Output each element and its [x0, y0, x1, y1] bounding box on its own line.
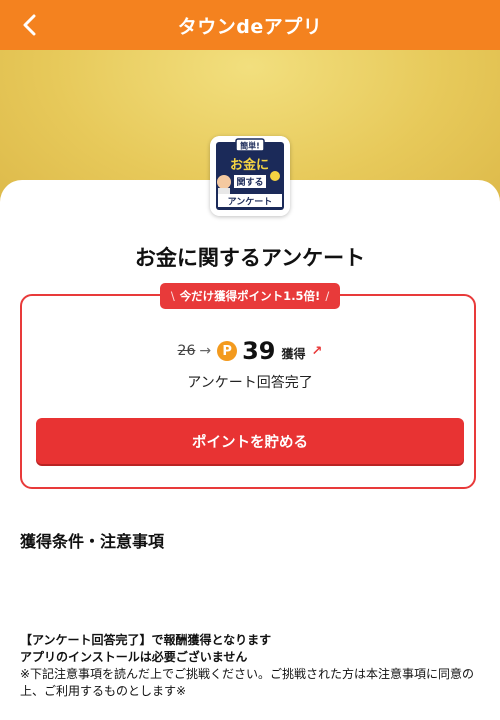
chevron-left-icon: [23, 14, 36, 36]
thumb-badge: 簡単!: [240, 141, 260, 151]
note-line: 【アンケート回答完了】で報酬獲得となります: [20, 633, 272, 647]
conditions-title: 獲得条件・注意事項: [20, 532, 165, 551]
new-points: 39: [242, 337, 276, 365]
earn-points-button[interactable]: ポイントを貯める: [36, 418, 464, 464]
thumb-line1: お金に: [230, 157, 269, 173]
survey-thumbnail: 簡単! お金に 関する アンケート: [210, 136, 290, 216]
thumb-line2: 関する: [236, 177, 263, 188]
old-points: 26: [177, 343, 196, 359]
survey-title: お金に関するアンケート: [134, 246, 366, 270]
promo-text: 今だけ獲得ポイント1.5倍!: [179, 289, 321, 303]
promo-deco-left: \: [170, 289, 175, 303]
conditions-notes: 【アンケート回答完了】で報酬獲得となります アプリのインストールは必要ございませ…: [20, 632, 485, 700]
promo-deco-right: /: [325, 289, 330, 303]
right-arrow-icon: →: [199, 343, 212, 359]
note-line: ※下記注意事項を読んだ上でご挑戦ください。ご挑戦された方は本注意事項に同意の: [20, 667, 475, 681]
point-coin-icon: P: [217, 341, 238, 361]
up-right-arrow-icon: ↗: [311, 343, 323, 359]
note-line: 上、ご利用するものとします※: [20, 684, 187, 698]
promo-badge: \ 今だけ獲得ポイント1.5倍! /: [160, 283, 340, 309]
note-line: アプリのインストールは必要ございません: [20, 650, 248, 664]
condition-label: アンケート回答完了: [187, 375, 313, 391]
header-title: タウンdeアプリ: [177, 15, 323, 38]
back-button[interactable]: [14, 9, 46, 41]
thumb-line3: アンケート: [228, 197, 273, 208]
app-header: タウンdeアプリ: [0, 0, 500, 50]
points-row: 26 → P 39 獲得 ↗: [0, 336, 500, 366]
get-label: 獲得: [281, 347, 306, 361]
survey-thumbnail-art: 簡単! お金に 関する アンケート: [210, 136, 290, 216]
